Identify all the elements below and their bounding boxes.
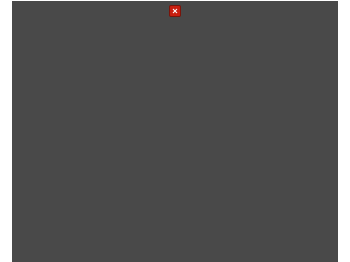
close-button[interactable] (170, 6, 180, 16)
right-margin (338, 0, 350, 262)
canvas-area (12, 1, 338, 262)
close-icon (172, 8, 178, 14)
screen (0, 0, 350, 262)
